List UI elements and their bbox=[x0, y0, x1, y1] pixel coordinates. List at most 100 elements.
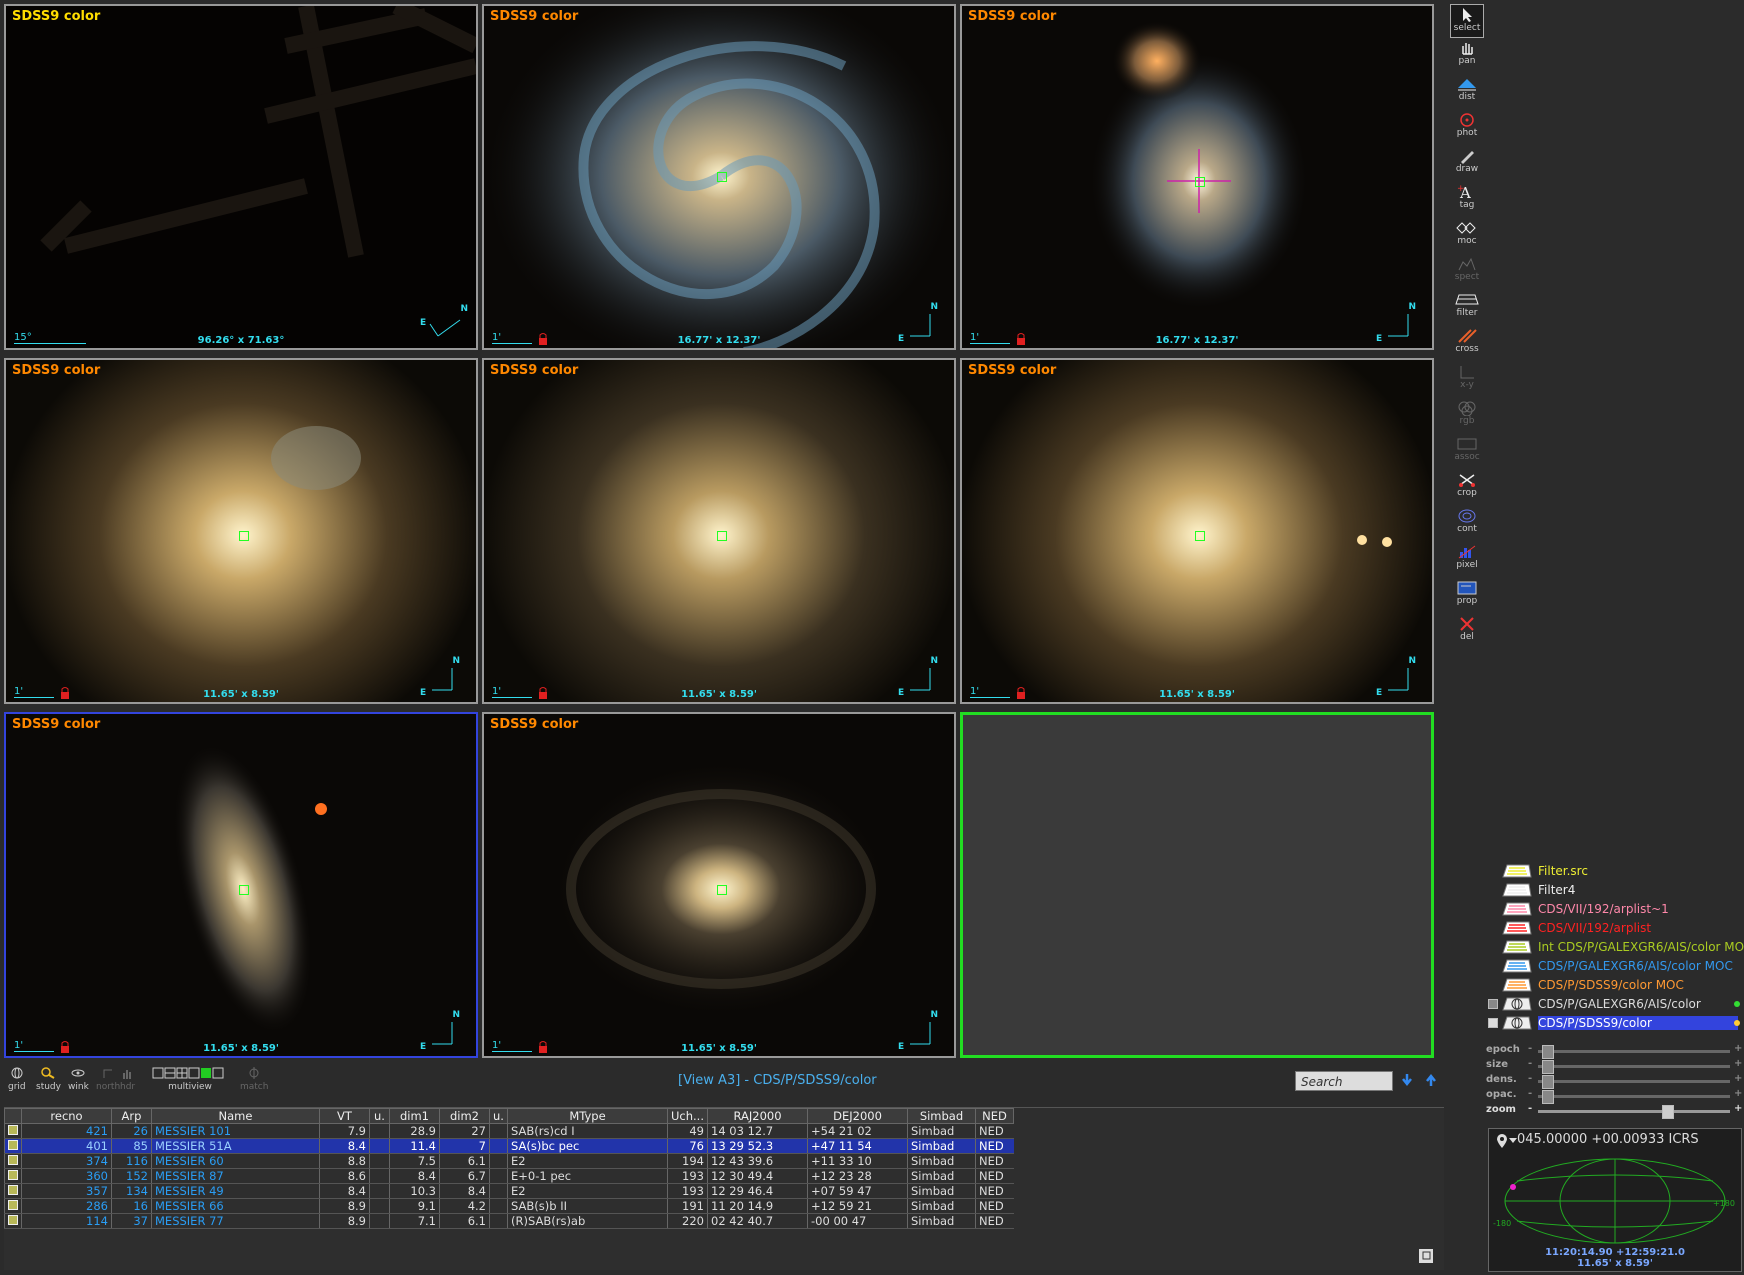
table-cell[interactable]: 286 bbox=[21, 1198, 112, 1214]
rgb-tool[interactable]: rgb bbox=[1450, 400, 1484, 434]
draw-tool[interactable]: draw bbox=[1450, 148, 1484, 182]
pan-tool[interactable]: pan bbox=[1450, 40, 1484, 74]
table-cell[interactable]: 421 bbox=[21, 1123, 112, 1139]
column-header[interactable]: u. bbox=[369, 1108, 390, 1124]
table-cell[interactable]: 26 bbox=[111, 1123, 152, 1139]
column-header[interactable]: RAJ2000 bbox=[707, 1108, 808, 1124]
table-cell[interactable]: NED bbox=[975, 1198, 1014, 1214]
table-cell[interactable]: Simbad bbox=[907, 1198, 976, 1214]
prop-tool[interactable]: prop bbox=[1450, 580, 1484, 614]
layer-item[interactable]: Filter.src bbox=[1488, 862, 1744, 881]
grid-button[interactable]: grid bbox=[8, 1067, 26, 1092]
opacity-slider[interactable]: opac. - + bbox=[1486, 1088, 1744, 1104]
table-cell[interactable]: 114 bbox=[21, 1213, 112, 1229]
column-header[interactable]: dim2 bbox=[439, 1108, 490, 1124]
table-row[interactable]: 360 152 MESSIER 87 8.6 8.4 6.7 E+0-1 pec 193 12 … bbox=[4, 1168, 1014, 1184]
tag-tool[interactable]: A + tag bbox=[1450, 184, 1484, 218]
wink-button[interactable]: wink bbox=[68, 1067, 89, 1092]
north-button[interactable]: north bbox=[96, 1067, 120, 1092]
phot-tool[interactable]: phot bbox=[1450, 112, 1484, 146]
view-panel-3[interactable]: SDSS9 color 1' 16.77' x 12.37' NE bbox=[960, 4, 1434, 350]
arrow-down-icon[interactable] bbox=[1400, 1072, 1414, 1088]
layer-item[interactable]: CDS/VII/192/arplist~1 bbox=[1488, 900, 1744, 919]
moc-tool[interactable]: moc bbox=[1450, 220, 1484, 254]
view-panel-8[interactable]: SDSS9 color 1' 11.65' x 8.59' NE bbox=[482, 712, 956, 1058]
table-cell[interactable]: 116 bbox=[111, 1153, 152, 1169]
table-cell[interactable]: Simbad bbox=[907, 1213, 976, 1229]
table-cell[interactable]: MESSIER 77 bbox=[151, 1213, 320, 1229]
row-marker[interactable] bbox=[4, 1183, 22, 1199]
hdr-button[interactable]: hdr bbox=[120, 1067, 135, 1092]
layer-checkbox[interactable] bbox=[1488, 999, 1498, 1009]
xy-tool[interactable]: x-y bbox=[1450, 364, 1484, 398]
table-cell[interactable]: 360 bbox=[21, 1168, 112, 1184]
cross-tool[interactable]: cross bbox=[1450, 328, 1484, 362]
layer-item[interactable]: CDS/P/GALEXGR6/AIS/color MOC bbox=[1488, 957, 1744, 976]
table-cell[interactable]: 37 bbox=[111, 1213, 152, 1229]
layer-item[interactable]: CDS/P/GALEXGR6/AIS/color bbox=[1488, 995, 1744, 1014]
column-header[interactable]: DEJ2000 bbox=[807, 1108, 908, 1124]
row-marker[interactable] bbox=[4, 1153, 22, 1169]
column-header[interactable]: Name bbox=[151, 1108, 320, 1124]
arrow-up-icon[interactable] bbox=[1424, 1072, 1438, 1088]
layer-checkbox[interactable] bbox=[1488, 1018, 1498, 1028]
table-cell[interactable]: 357 bbox=[21, 1183, 112, 1199]
table-cell[interactable]: Simbad bbox=[907, 1168, 976, 1184]
dist-tool[interactable]: dist bbox=[1450, 76, 1484, 110]
table-cell[interactable]: NED bbox=[975, 1168, 1014, 1184]
column-header[interactable]: VT bbox=[319, 1108, 370, 1124]
row-marker[interactable] bbox=[4, 1198, 22, 1214]
view-panel-6[interactable]: SDSS9 color 1' 11.65' x 8.59' NE bbox=[960, 358, 1434, 704]
table-cell[interactable]: MESSIER 49 bbox=[151, 1183, 320, 1199]
layer-item[interactable]: CDS/P/SDSS9/color bbox=[1488, 1014, 1744, 1033]
search-input[interactable]: Search bbox=[1295, 1071, 1393, 1091]
table-cell[interactable]: Simbad bbox=[907, 1138, 976, 1154]
column-header[interactable]: u. bbox=[489, 1108, 508, 1124]
view-panel-2[interactable]: SDSS9 color 1' 16.77' x 12.37' NE bbox=[482, 4, 956, 350]
table-cell[interactable]: MESSIER 51A bbox=[151, 1138, 320, 1154]
view-panel-5[interactable]: SDSS9 color 1' 11.65' x 8.59' NE bbox=[482, 358, 956, 704]
size-slider[interactable]: size - + bbox=[1486, 1058, 1744, 1074]
table-cell[interactable]: 16 bbox=[111, 1198, 152, 1214]
table-cell[interactable]: NED bbox=[975, 1138, 1014, 1154]
row-marker[interactable] bbox=[4, 1213, 22, 1229]
table-row[interactable]: 286 16 MESSIER 66 8.9 9.1 4.2 SAB(s)b II 191 11 … bbox=[4, 1198, 1014, 1214]
layer-item[interactable]: Filter4 bbox=[1488, 881, 1744, 900]
column-header[interactable]: dim1 bbox=[389, 1108, 440, 1124]
table-cell[interactable]: MESSIER 60 bbox=[151, 1153, 320, 1169]
column-header[interactable]: recno bbox=[21, 1108, 112, 1124]
location-pin-icon[interactable] bbox=[1495, 1133, 1509, 1149]
layer-item[interactable]: CDS/VII/192/arplist bbox=[1488, 919, 1744, 938]
table-row[interactable]: 114 37 MESSIER 77 8.9 7.1 6.1 (R)SAB(rs)ab 220 0… bbox=[4, 1213, 1014, 1229]
table-cell[interactable]: Simbad bbox=[907, 1183, 976, 1199]
sky-locator[interactable]: 045.00000 +00.00933 ICRS +180 -180 11:20… bbox=[1488, 1128, 1742, 1272]
table-cell[interactable]: Simbad bbox=[907, 1123, 976, 1139]
table-cell[interactable]: 374 bbox=[21, 1153, 112, 1169]
table-row[interactable]: 374 116 MESSIER 60 8.8 7.5 6.1 E2 194 12 43 39.6… bbox=[4, 1153, 1014, 1169]
multiview-button[interactable]: multiview bbox=[152, 1067, 228, 1092]
view-panel-7[interactable]: SDSS9 color 1' 11.65' x 8.59' NE bbox=[4, 712, 478, 1058]
crop-tool[interactable]: crop bbox=[1450, 472, 1484, 506]
table-cell[interactable]: NED bbox=[975, 1213, 1014, 1229]
table-cell[interactable]: 401 bbox=[21, 1138, 112, 1154]
pixel-tool[interactable]: pixel bbox=[1450, 544, 1484, 578]
column-header[interactable]: MType bbox=[507, 1108, 668, 1124]
row-marker[interactable] bbox=[4, 1123, 22, 1139]
table-cell[interactable]: NED bbox=[975, 1123, 1014, 1139]
density-slider[interactable]: dens. - + bbox=[1486, 1073, 1744, 1089]
table-cell[interactable]: NED bbox=[975, 1183, 1014, 1199]
cont-tool[interactable]: cont bbox=[1450, 508, 1484, 542]
view-panel-1[interactable]: SDSS9 color 15° 96.26° x 71.63° NE bbox=[4, 4, 478, 350]
table-row[interactable]: 357 134 MESSIER 49 8.4 10.3 8.4 E2 193 12 29 46.… bbox=[4, 1183, 1014, 1199]
column-header[interactable]: Uch... bbox=[667, 1108, 708, 1124]
detach-icon[interactable] bbox=[1418, 1248, 1434, 1264]
layer-item[interactable]: CDS/P/SDSS9/color MOC bbox=[1488, 976, 1744, 995]
table-cell[interactable]: 134 bbox=[111, 1183, 152, 1199]
table-cell[interactable]: NED bbox=[975, 1153, 1014, 1169]
epoch-slider[interactable]: epoch - + bbox=[1486, 1043, 1744, 1059]
view-panel-empty[interactable] bbox=[960, 712, 1434, 1058]
row-marker[interactable] bbox=[4, 1168, 22, 1184]
layer-item[interactable]: Int CDS/P/GALEXGR6/AIS/color MOC bbox=[1488, 938, 1744, 957]
assoc-tool[interactable]: assoc bbox=[1450, 436, 1484, 470]
table-cell[interactable]: 85 bbox=[111, 1138, 152, 1154]
